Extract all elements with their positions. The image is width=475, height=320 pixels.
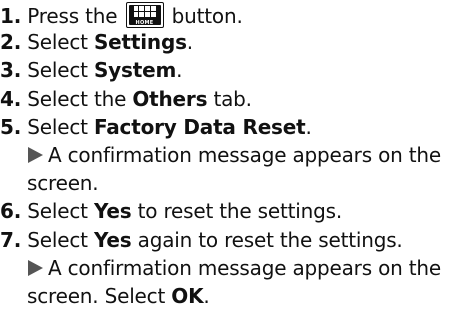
step-text-end: . xyxy=(305,114,312,139)
step-number: 5. xyxy=(0,114,22,139)
step-text-end: tab. xyxy=(207,86,252,111)
step-text: Select xyxy=(27,30,94,55)
step-3: 3. Select System. xyxy=(0,58,182,82)
step-bold-term: Yes xyxy=(93,199,132,224)
step-bold-term: Factory Data Reset xyxy=(93,114,306,139)
step-6: 6. Select Yes to reset the settings. xyxy=(0,199,342,223)
result-bold-term: OK xyxy=(171,284,204,308)
step-5: 5. Select Factory Data Reset. xyxy=(0,115,312,139)
step-text-end: again to reset the settings. xyxy=(131,227,403,252)
home-grid-icon xyxy=(133,6,156,17)
step-bold-term: Others xyxy=(132,86,208,111)
step-text: Select xyxy=(27,114,94,139)
home-label: HOME xyxy=(135,20,154,26)
step-text-end: . xyxy=(176,58,183,83)
step-number: 2. xyxy=(0,30,22,55)
step-7-result-cont: screen. Select OK. xyxy=(27,284,210,308)
step-text: Select xyxy=(27,58,94,83)
result-arrow-icon xyxy=(28,147,43,163)
step-text: Select xyxy=(27,199,94,224)
step-5-result-cont: screen. xyxy=(27,171,99,196)
step-5-result: A confirmation message appears on the xyxy=(27,143,441,167)
step-4: 4. Select the Others tab. xyxy=(0,87,252,111)
step-2: 2. Select Settings. xyxy=(0,30,193,54)
step-number: 7. xyxy=(0,227,22,252)
step-text: Press the xyxy=(27,4,118,28)
step-bold-term: System xyxy=(93,58,177,83)
result-text: A confirmation message appears on the xyxy=(48,143,441,167)
result-text-end: . xyxy=(203,284,210,308)
step-text: Select the xyxy=(27,86,133,111)
step-7-result: A confirmation message appears on the xyxy=(27,256,441,280)
step-number: 6. xyxy=(0,199,22,224)
step-number: 3. xyxy=(0,58,22,83)
step-text: Select xyxy=(27,227,94,252)
step-text-end: button. xyxy=(171,4,243,28)
step-text-end: to reset the settings. xyxy=(131,199,343,224)
result-text: A confirmation message appears on the xyxy=(48,255,441,280)
result-text-cont: screen. xyxy=(27,171,99,196)
step-bold-term: Yes xyxy=(93,227,132,252)
result-arrow-icon xyxy=(28,259,43,276)
step-number: 4. xyxy=(0,86,22,111)
step-number: 1. xyxy=(0,4,22,28)
step-bold-term: Settings xyxy=(93,30,187,55)
step-7: 7. Select Yes again to reset the setting… xyxy=(0,228,403,252)
step-text-end: . xyxy=(186,30,193,55)
home-button-icon: HOME xyxy=(125,2,164,28)
result-text-cont: screen. Select xyxy=(27,284,172,308)
step-1: 1. Press the HOME button. xyxy=(0,2,243,28)
